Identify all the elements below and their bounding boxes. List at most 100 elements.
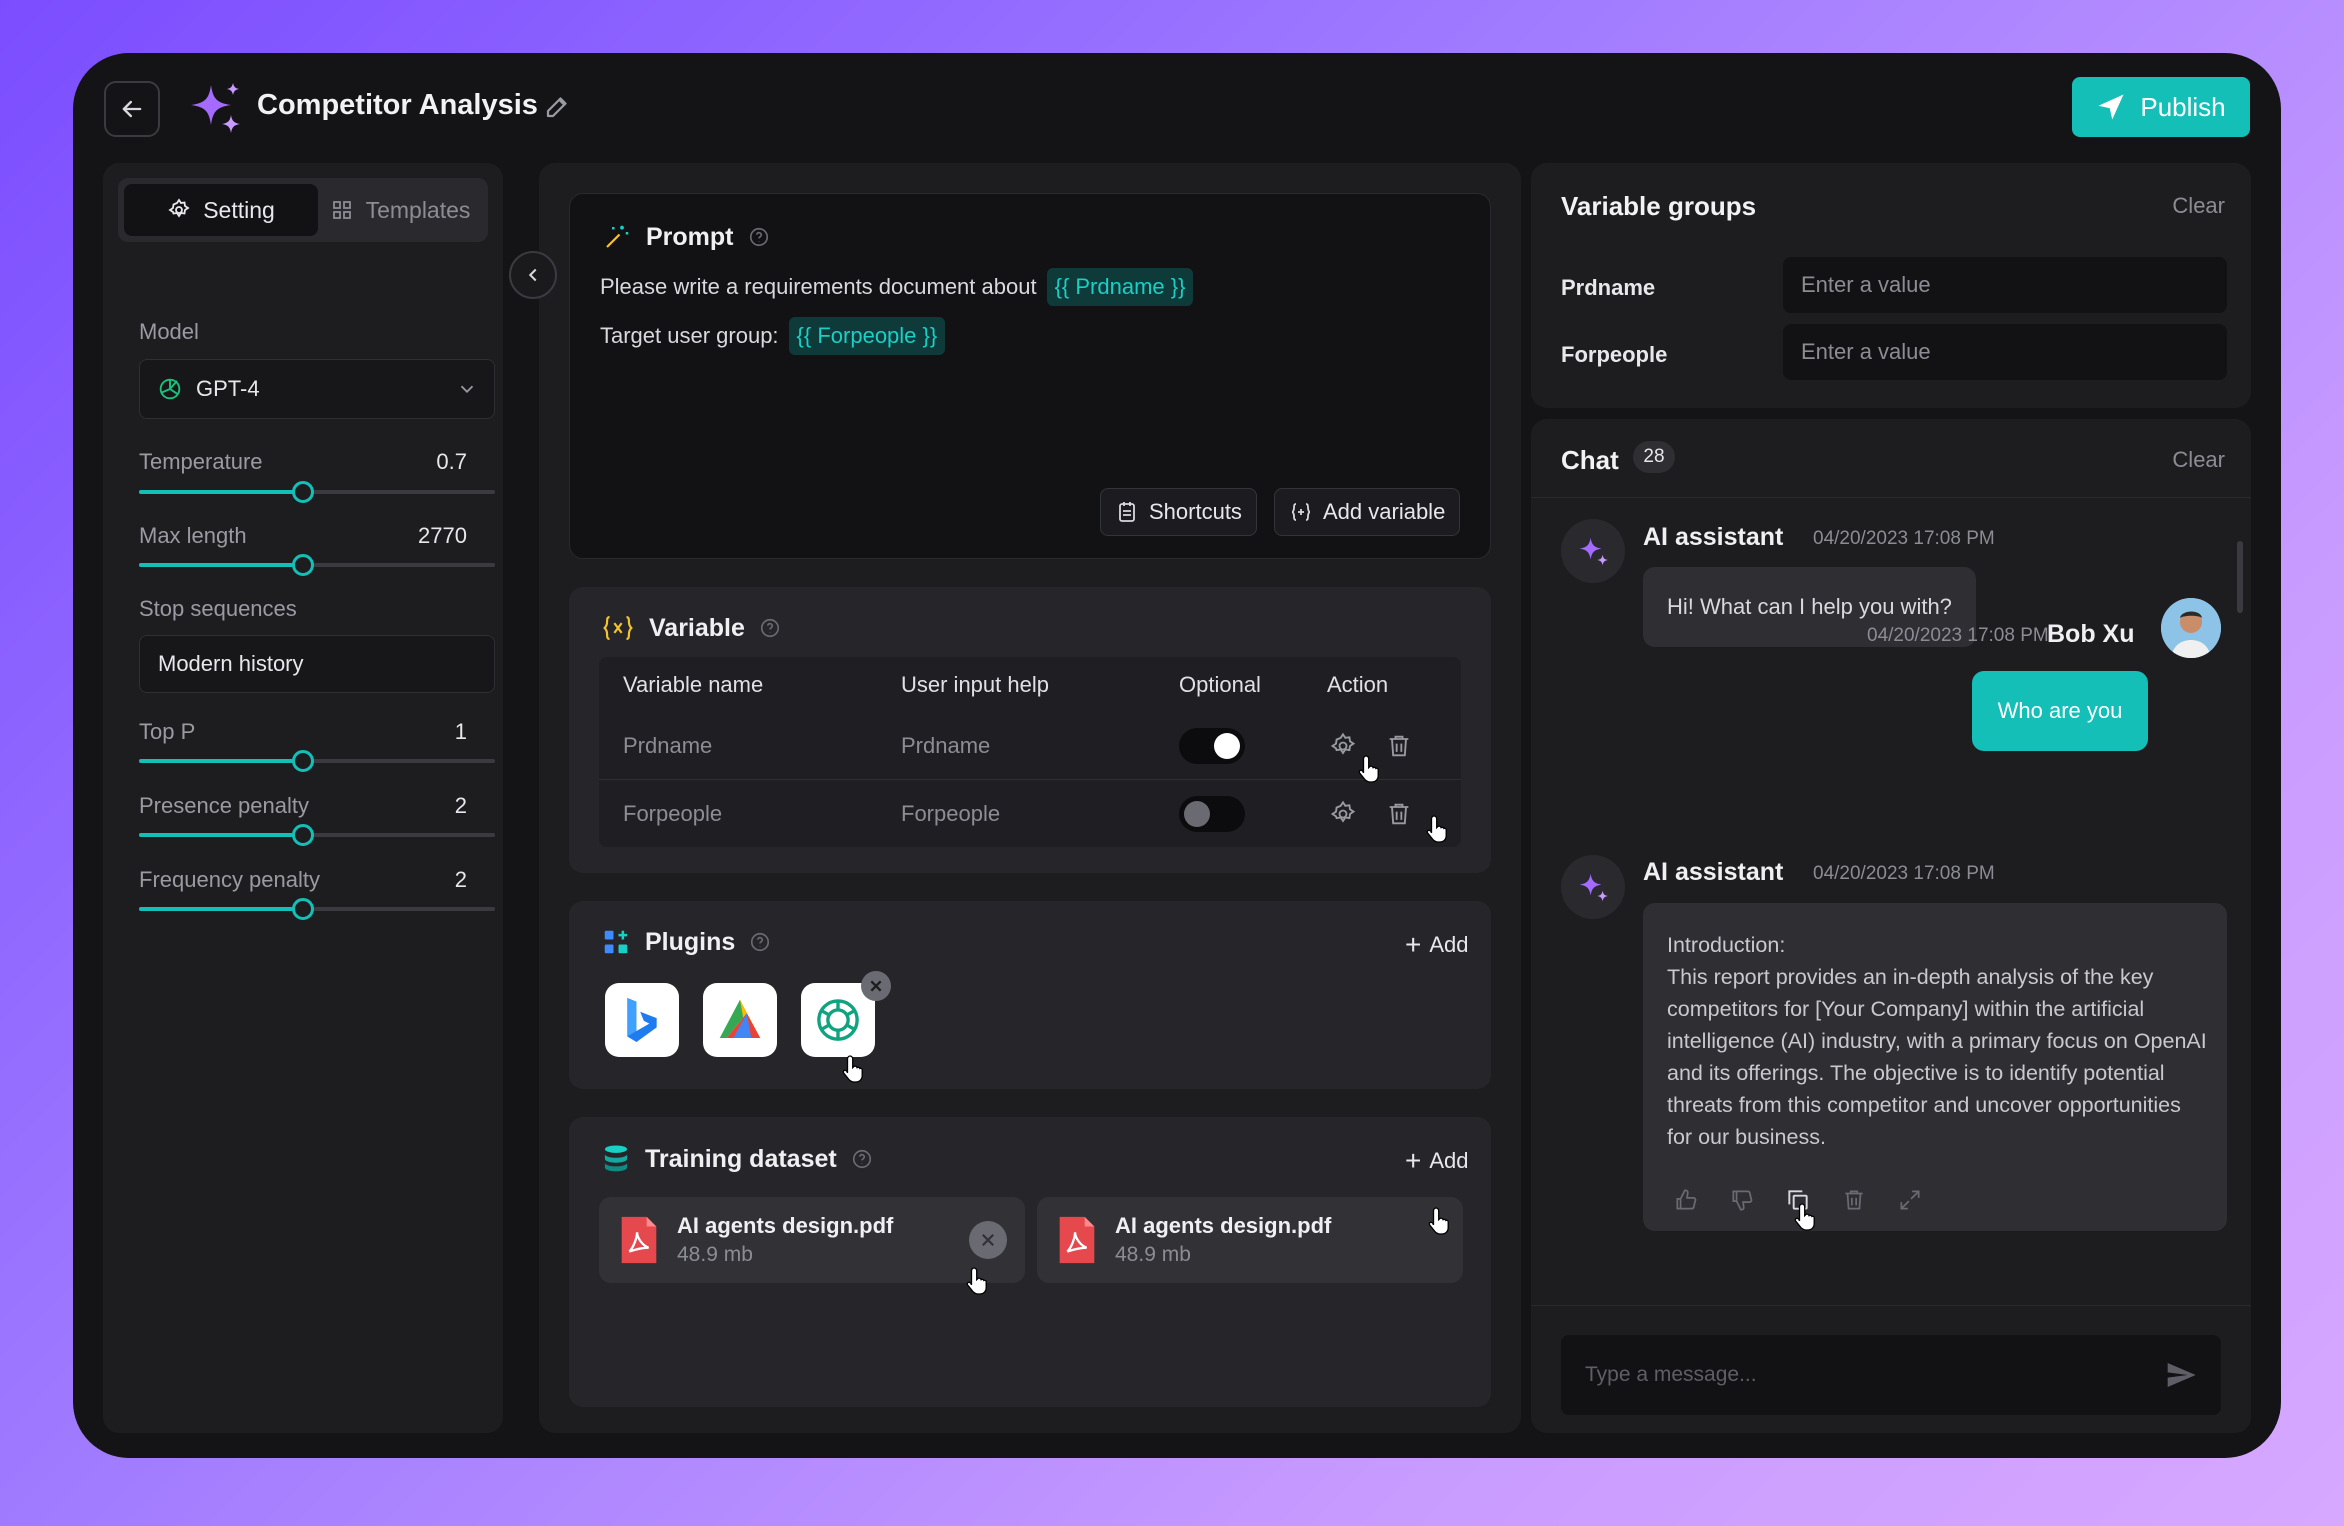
tab-setting[interactable]: Setting bbox=[124, 184, 318, 236]
slider-thumb[interactable] bbox=[291, 554, 314, 576]
thumbs-down-icon[interactable] bbox=[1729, 1187, 1755, 1213]
add-plugin-label: Add bbox=[1429, 932, 1469, 957]
column-header: Variable name bbox=[623, 672, 764, 697]
remove-file-button[interactable] bbox=[969, 1221, 1007, 1259]
help-icon[interactable] bbox=[749, 931, 771, 953]
slider-thumb[interactable] bbox=[291, 898, 314, 920]
model-label: Model bbox=[139, 319, 199, 344]
stop-sequences-label: Stop sequences bbox=[139, 596, 297, 621]
back-button[interactable] bbox=[104, 81, 160, 137]
table-header-row: Variable name User input help Optional A… bbox=[599, 657, 1461, 713]
top-p-slider[interactable] bbox=[139, 750, 495, 772]
chat-count-badge: 28 bbox=[1633, 441, 1675, 473]
plugins-icon bbox=[604, 930, 628, 954]
trash-icon[interactable] bbox=[1841, 1187, 1867, 1213]
trash-icon[interactable] bbox=[1385, 732, 1413, 760]
variable-header: Variable bbox=[601, 613, 781, 643]
plugin-maps[interactable] bbox=[703, 983, 777, 1057]
frequency-penalty-value: 2 bbox=[454, 867, 467, 892]
prompt-card: Prompt Please write a requirements docum… bbox=[569, 193, 1491, 559]
help-icon[interactable] bbox=[851, 1148, 873, 1170]
clear-variables-button[interactable]: Clear bbox=[2172, 193, 2225, 219]
forpeople-input[interactable]: Enter a value bbox=[1783, 324, 2227, 380]
settings-panel: Setting Templates Model GPT-4 Temperatur… bbox=[103, 163, 503, 1433]
chat-title: Chat bbox=[1561, 445, 1619, 475]
prompt-line-2[interactable]: Target user group: {{ Forpeople }} bbox=[600, 317, 946, 355]
ai-avatar bbox=[1561, 519, 1625, 583]
plugins-header: Plugins bbox=[601, 927, 771, 957]
file-item[interactable]: AI agents design.pdf 48.9 mb bbox=[599, 1197, 1025, 1283]
optional-toggle[interactable] bbox=[1179, 795, 1245, 832]
variable-name-cell: Prdname bbox=[623, 733, 713, 758]
expand-icon[interactable] bbox=[1897, 1187, 1923, 1213]
message-timestamp: 04/20/2023 17:08 PM bbox=[1813, 528, 1995, 549]
remove-plugin-button[interactable] bbox=[861, 971, 891, 1001]
help-icon[interactable] bbox=[748, 226, 770, 248]
edit-icon[interactable] bbox=[543, 91, 573, 121]
add-variable-label: Add variable bbox=[1323, 499, 1446, 524]
hand-cursor-icon bbox=[1428, 1207, 1449, 1235]
message-text: Introduction: This report provides an in… bbox=[1667, 933, 2207, 1149]
trash-icon[interactable] bbox=[1385, 800, 1413, 828]
variable-chip-forpeople[interactable]: {{ Forpeople }} bbox=[788, 317, 946, 355]
slider-thumb[interactable] bbox=[291, 824, 314, 846]
dataset-header: Training dataset bbox=[601, 1143, 873, 1175]
temperature-slider[interactable] bbox=[139, 481, 495, 503]
magic-wand-icon bbox=[606, 225, 629, 248]
collapse-panel-button[interactable] bbox=[509, 251, 557, 299]
plugin-bing[interactable] bbox=[605, 983, 679, 1057]
add-dataset-button[interactable]: + Add bbox=[1405, 1147, 1469, 1175]
message-sender: AI assistant bbox=[1643, 523, 1784, 551]
variable-groups-title: Variable groups bbox=[1561, 191, 1757, 221]
max-length-label: Max length bbox=[139, 523, 247, 548]
slider-thumb[interactable] bbox=[291, 481, 314, 503]
chat-scrollbar[interactable] bbox=[2237, 541, 2243, 613]
model-select[interactable]: GPT-4 bbox=[139, 359, 495, 419]
shortcuts-button[interactable]: Shortcuts bbox=[1100, 488, 1257, 536]
file-name: AI agents design.pdf bbox=[1115, 1213, 1332, 1238]
plus-icon: + bbox=[1405, 929, 1422, 960]
slider-thumb[interactable] bbox=[291, 750, 314, 772]
send-icon[interactable] bbox=[2165, 1359, 2197, 1391]
column-header: Action bbox=[1327, 672, 1389, 697]
column-header: User input help bbox=[901, 672, 1049, 697]
chat-panel: Chat 28 Clear AI assistant 04/20/2023 17… bbox=[1531, 419, 2251, 1433]
file-item[interactable]: AI agents design.pdf 48.9 mb bbox=[1037, 1197, 1463, 1283]
model-value: GPT-4 bbox=[196, 376, 260, 401]
gear-icon[interactable] bbox=[1329, 732, 1357, 760]
add-plugin-button[interactable]: + Add bbox=[1405, 931, 1469, 959]
stop-sequences-input[interactable]: Modern history bbox=[139, 635, 495, 693]
prompt-line-1[interactable]: Please write a requirements document abo… bbox=[600, 268, 1194, 306]
frequency-penalty-slider[interactable] bbox=[139, 898, 495, 920]
chevron-down-icon bbox=[460, 385, 474, 394]
calendar-icon bbox=[1119, 502, 1135, 522]
variable-chip-prdname[interactable]: {{ Prdname }} bbox=[1046, 268, 1194, 306]
variable-card: Variable Variable name User input help O… bbox=[569, 587, 1491, 873]
tab-templates[interactable]: Templates bbox=[318, 184, 482, 236]
column-header: Optional bbox=[1179, 672, 1261, 697]
max-length-slider[interactable] bbox=[139, 554, 495, 576]
message-input[interactable] bbox=[1585, 1335, 2145, 1415]
message-sender: AI assistant bbox=[1643, 858, 1784, 886]
prdname-input[interactable]: Enter a value bbox=[1783, 257, 2227, 313]
hand-cursor-icon bbox=[1794, 1203, 1815, 1231]
close-icon bbox=[981, 1233, 995, 1247]
presence-penalty-slider[interactable] bbox=[139, 824, 495, 846]
message-sender: Bob Xu bbox=[2047, 620, 2135, 648]
thumbs-up-icon[interactable] bbox=[1673, 1187, 1699, 1213]
tab-setting-label: Setting bbox=[203, 196, 275, 223]
optional-toggle[interactable] bbox=[1179, 728, 1245, 764]
clear-chat-button[interactable]: Clear bbox=[2172, 447, 2225, 473]
message-bubble-long: Introduction: This report provides an in… bbox=[1643, 903, 2227, 1231]
dataset-title: Training dataset bbox=[645, 1144, 837, 1173]
help-icon[interactable] bbox=[759, 617, 781, 639]
gear-icon[interactable] bbox=[1329, 800, 1357, 828]
shortcuts-label: Shortcuts bbox=[1149, 499, 1242, 524]
bing-icon bbox=[627, 998, 657, 1042]
add-variable-button[interactable]: Add variable bbox=[1274, 488, 1461, 536]
prdname-label: Prdname bbox=[1561, 275, 1656, 300]
publish-button[interactable]: Publish bbox=[2072, 77, 2250, 137]
prompt-title: Prompt bbox=[646, 222, 734, 251]
maps-icon bbox=[719, 999, 761, 1038]
publish-label: Publish bbox=[2140, 91, 2226, 122]
